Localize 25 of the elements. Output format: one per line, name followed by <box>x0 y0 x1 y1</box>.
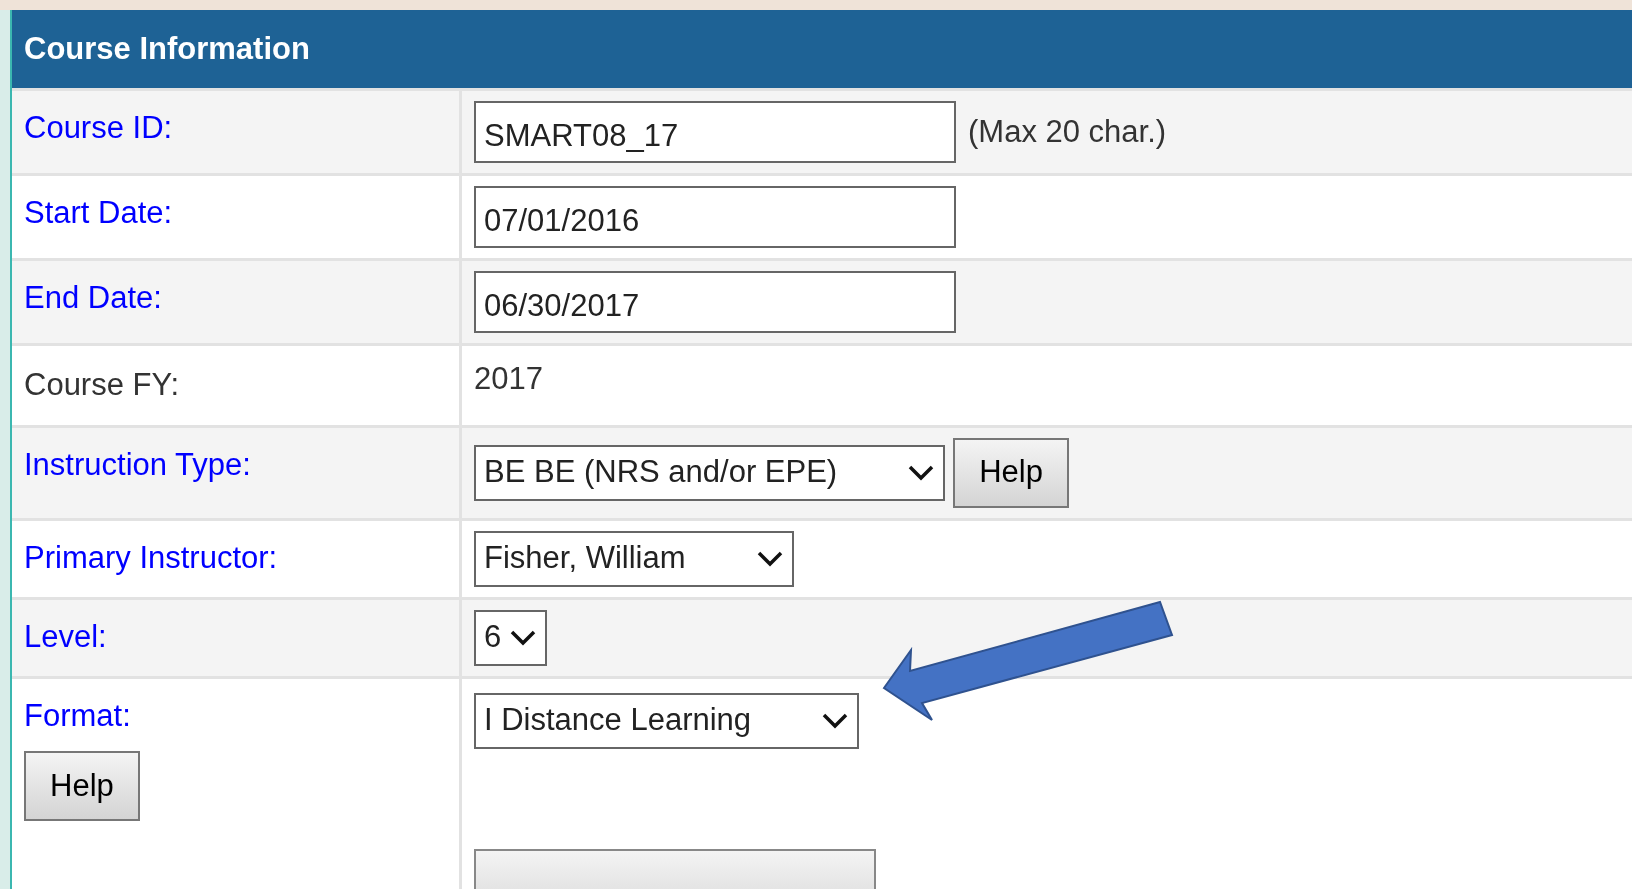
dropdown[interactable]: 6 <box>474 609 548 666</box>
field-label-link[interactable]: Course ID: <box>24 105 173 152</box>
help-button[interactable]: Help <box>24 751 140 821</box>
field-label-link[interactable]: Start Date: <box>24 190 173 237</box>
chevron-down-icon <box>755 549 784 568</box>
text-field[interactable]: 07/01/2016 <box>474 186 956 248</box>
field-label-link[interactable]: Level: <box>24 613 107 660</box>
text-field[interactable]: 06/30/2017 <box>474 271 956 333</box>
field-label-link[interactable]: Format: <box>24 692 131 739</box>
text-field[interactable]: SMART08_17 <box>474 101 956 163</box>
dropdown[interactable]: BE BE (NRS and/or EPE) <box>474 444 946 501</box>
chevron-down-icon <box>907 463 936 482</box>
dropdown[interactable] <box>474 849 876 889</box>
field-label-link[interactable]: Instruction Type: <box>24 441 251 488</box>
panel-title: Course Information <box>24 29 310 68</box>
max-length-note: (Max 20 char.) <box>968 112 1167 151</box>
field-label-link[interactable]: End Date: <box>24 275 162 322</box>
help-button[interactable]: Help <box>953 437 1069 508</box>
chevron-down-icon <box>509 628 538 647</box>
field-label-link[interactable]: Primary Instructor: <box>24 534 278 581</box>
field-value: 2017 <box>474 360 544 398</box>
dropdown[interactable]: I Distance Learning <box>474 692 860 749</box>
chevron-down-icon <box>821 711 850 730</box>
field-label: Course FY: <box>24 366 180 404</box>
dropdown[interactable]: Fisher, William <box>474 530 794 587</box>
